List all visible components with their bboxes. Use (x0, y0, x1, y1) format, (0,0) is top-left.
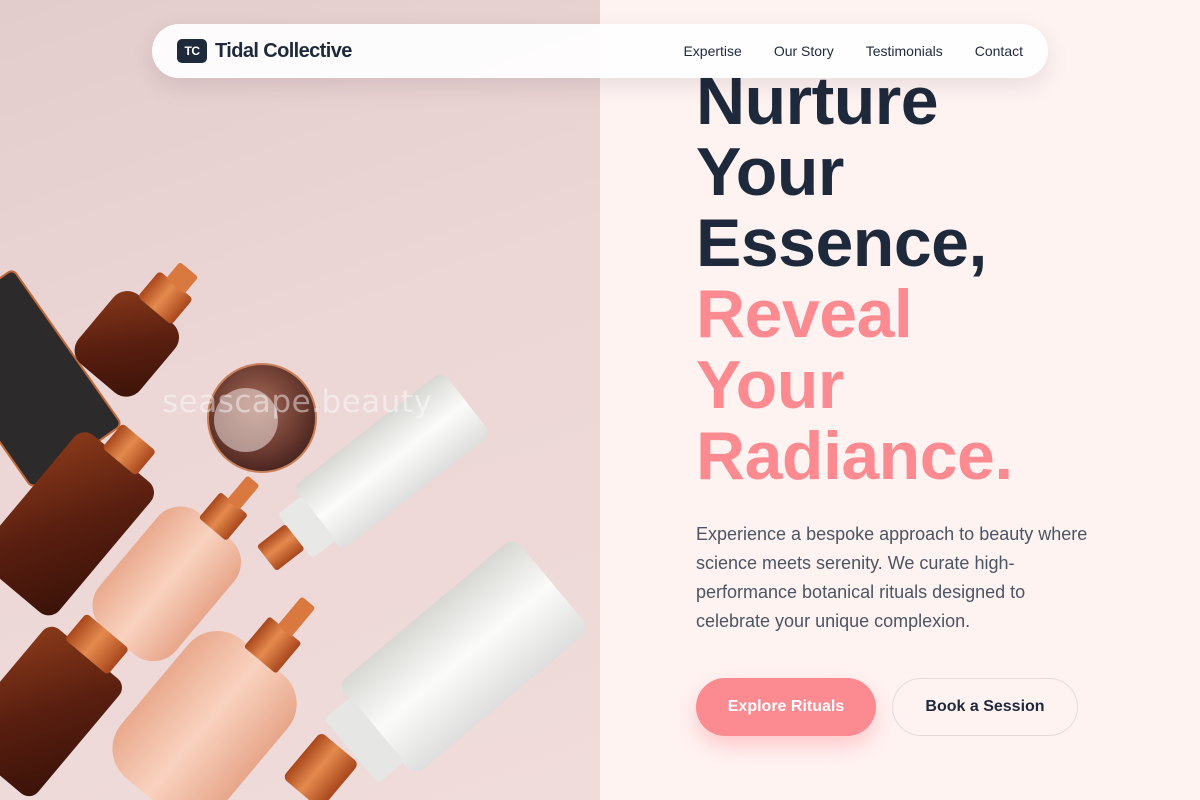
headline-accent-line: Your (696, 347, 844, 423)
hero-description: Experience a bespoke approach to beauty … (696, 524, 1088, 631)
nav-link-expertise[interactable]: Expertise (683, 43, 741, 59)
headline-line: Essence, (696, 205, 987, 281)
nav-link-contact[interactable]: Contact (975, 43, 1023, 59)
brand-logo-mark: TC (177, 39, 207, 63)
brand-home-link[interactable]: TC Tidal Collective (177, 39, 352, 63)
nav-link-testimonials[interactable]: Testimonials (866, 43, 943, 59)
nav-links: Expertise Our Story Testimonials Contact (683, 43, 1023, 59)
image-watermark: seascape.beauty (162, 384, 433, 420)
headline-accent-line: Reveal (696, 276, 913, 352)
explore-rituals-button[interactable]: Explore Rituals (696, 678, 876, 736)
headline-accent-line: Radiance. (696, 418, 1013, 494)
top-navbar: TC Tidal Collective Expertise Our Story … (152, 24, 1048, 78)
hero-actions: Explore Rituals Book a Session (696, 678, 1078, 736)
brand-name: Tidal Collective (215, 39, 352, 62)
hero-product-image: seascape.beauty (0, 0, 600, 800)
book-session-button[interactable]: Book a Session (892, 678, 1078, 736)
nav-link-our-story[interactable]: Our Story (774, 43, 834, 59)
headline-line: Your (696, 134, 844, 210)
hero-content-panel: Nurture Your Essence, Reveal Your Radian… (600, 0, 1200, 800)
hero-headline: Nurture Your Essence, Reveal Your Radian… (696, 66, 1013, 492)
